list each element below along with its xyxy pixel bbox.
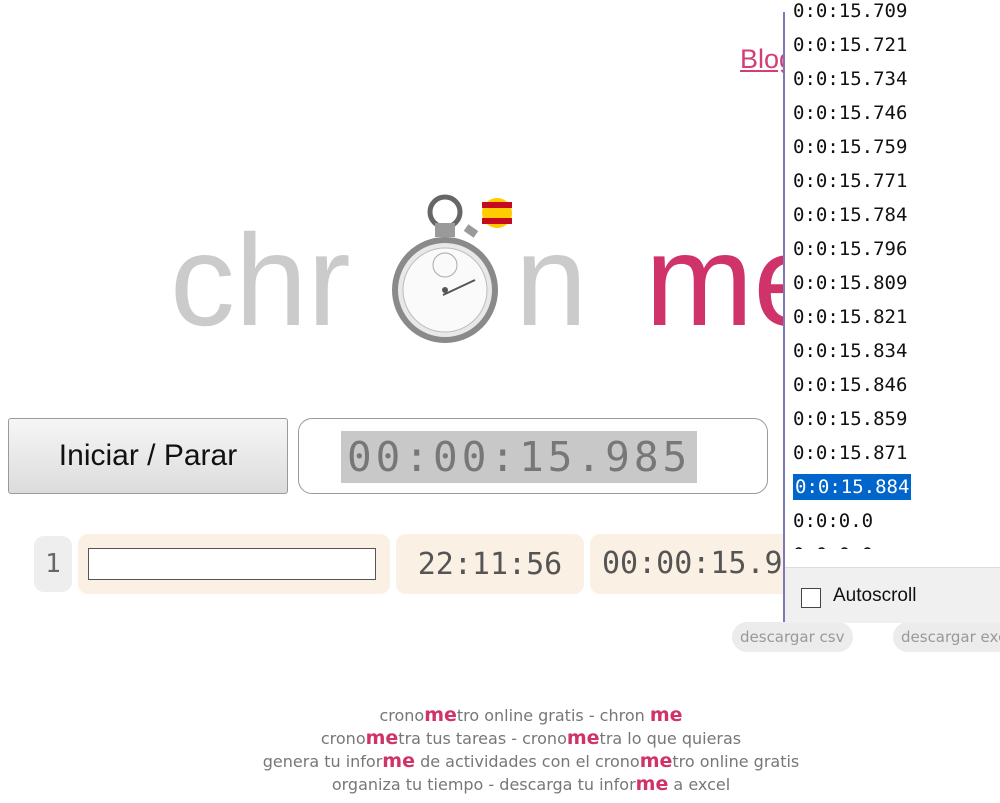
lap-item[interactable]: 0:0:15.709 xyxy=(785,0,1000,28)
lap-item[interactable]: 0:0:15.721 xyxy=(785,28,1000,62)
footer-line-4: organiza tu tiempo - descarga tu informe… xyxy=(331,773,731,795)
lap-item[interactable]: 0:0:15.759 xyxy=(785,130,1000,164)
start-stop-button[interactable]: Iniciar / Parar xyxy=(8,418,288,494)
footer-line-3: genera tu informe de actividades con el … xyxy=(262,750,800,772)
logo-text-n: n xyxy=(515,207,588,353)
lap-item[interactable]: 0:0:15.746 xyxy=(785,96,1000,130)
logo-text-chr: chr xyxy=(170,207,351,353)
footer: cronometro online gratis - chron me cron… xyxy=(0,704,1000,796)
laps-list[interactable]: 0:0:15.709 0:0:15.721 0:0:15.734 0:0:15.746… xyxy=(785,0,1000,549)
row-duration: 00:00:15.985 xyxy=(590,534,810,594)
download-excel-button[interactable]: descargar excel xyxy=(893,622,1000,652)
lap-item[interactable]: 0:0:0.0 xyxy=(785,504,1000,538)
lap-item[interactable]: 0:0:15.771 xyxy=(785,164,1000,198)
lap-item[interactable]: 0:0:15.796 xyxy=(785,232,1000,266)
row-number: 1 xyxy=(34,536,72,592)
autoscroll-label[interactable]: Autoscroll xyxy=(833,585,916,607)
row-start-time: 22:11:56 xyxy=(396,534,584,594)
spain-flag-icon xyxy=(482,198,512,228)
timer-display: 00:00:15.985 xyxy=(298,418,768,494)
timer-value[interactable]: 00:00:15.985 xyxy=(341,431,698,483)
stopwatch-icon xyxy=(392,194,512,343)
download-csv-button[interactable]: descargar csv xyxy=(732,622,853,652)
footer-line-2: cronometra tus tareas - cronometra lo qu… xyxy=(320,727,742,749)
popup-footer: Autoscroll xyxy=(785,567,1000,623)
lap-item[interactable]: 0:0:15.734 xyxy=(785,62,1000,96)
lap-item[interactable]: 0:0:15.846 xyxy=(785,368,1000,402)
lap-item[interactable]: 0:0:15.821 xyxy=(785,300,1000,334)
row-description-cell xyxy=(78,534,390,594)
lap-item[interactable]: 0:0:15.859 xyxy=(785,402,1000,436)
lap-item[interactable]: 0:0:15.784 xyxy=(785,198,1000,232)
lap-item[interactable]: 0:0:15.871 xyxy=(785,436,1000,470)
footer-line-1: cronometro online gratis - chron me xyxy=(379,704,683,726)
lap-item[interactable]: 0:0:0.0 xyxy=(785,538,1000,549)
autoscroll-checkbox[interactable] xyxy=(801,588,821,608)
task-description-input[interactable] xyxy=(88,548,376,580)
lap-item[interactable]: 0:0:15.884 xyxy=(785,470,1000,504)
lap-item[interactable]: 0:0:15.834 xyxy=(785,334,1000,368)
lap-item[interactable]: 0:0:15.809 xyxy=(785,266,1000,300)
laps-popup: 0:0:15.709 0:0:15.721 0:0:15.734 0:0:15.746… xyxy=(783,0,1000,623)
